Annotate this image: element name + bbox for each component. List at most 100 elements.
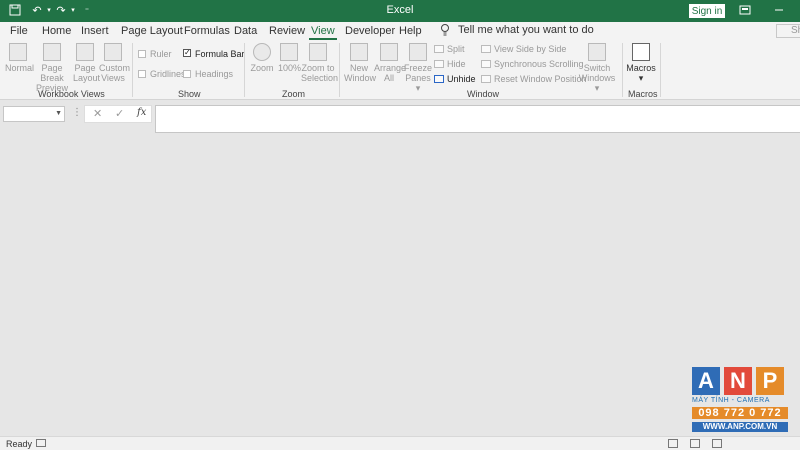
status-bar: Ready	[0, 436, 800, 450]
tab-formulas[interactable]: Formulas	[184, 25, 230, 37]
formula-bar-box	[183, 49, 191, 57]
chevron-down-icon[interactable]: ▼	[55, 110, 62, 117]
group-separator	[132, 43, 133, 97]
page-layout-label-2: Layout	[73, 73, 101, 83]
switch-windows-button[interactable]: Switch Windows ▾	[578, 43, 616, 93]
ribbon-display-options-icon[interactable]	[738, 3, 754, 19]
new-window-button[interactable]: New Window	[344, 43, 377, 83]
reset-window-position-button[interactable]: Reset Window Position	[481, 74, 587, 84]
macros-caret-icon: ▾	[638, 73, 644, 83]
arrange-label-2: All	[383, 73, 394, 83]
sign-in-button[interactable]: Sign in	[689, 4, 725, 18]
tab-help[interactable]: Help	[399, 25, 422, 37]
group-label-window: Window	[467, 89, 500, 99]
watermark-tagline: MÁY TÍNH - CAMERA	[692, 397, 770, 404]
gridlines-checkbox[interactable]: Gridlines	[138, 69, 186, 79]
magnifier-icon	[253, 43, 271, 61]
page-layout-view-button[interactable]: Page Layout	[73, 43, 101, 83]
formula-bar-checkbox[interactable]: Formula Bar	[183, 49, 245, 59]
minimize-icon[interactable]	[772, 3, 788, 19]
group-label-macros: Macros	[628, 89, 658, 99]
custom-views-button[interactable]: Custom Views	[99, 43, 131, 83]
ruler-checkbox[interactable]: Ruler	[138, 49, 172, 59]
page-break-status-icon[interactable]	[712, 439, 722, 448]
gridlines-label: Gridlines	[150, 69, 186, 79]
enter-icon[interactable]: ✓	[115, 107, 124, 120]
hide-icon	[434, 60, 444, 68]
cancel-icon[interactable]: ✕	[93, 107, 102, 120]
gridlines-box	[138, 70, 146, 78]
view-side-by-side-button[interactable]: View Side by Side	[481, 44, 566, 54]
macros-button[interactable]: Macros ▾	[626, 43, 656, 83]
zoom-sel-label-1: Zoom to	[301, 63, 335, 73]
logo-letter-p: P	[756, 367, 784, 395]
arrange-all-button[interactable]: Arrange All	[374, 43, 407, 83]
switch-windows-icon	[588, 43, 606, 61]
anp-watermark: A N P MÁY TÍNH - CAMERA 098 772 0 772 WW…	[692, 367, 788, 432]
split-button[interactable]: Split	[434, 44, 465, 54]
tab-view[interactable]: View	[309, 25, 337, 40]
new-window-label-2: Window	[344, 73, 377, 83]
normal-view-icon	[9, 43, 27, 61]
unhide-button[interactable]: Unhide	[434, 74, 476, 84]
freeze-label-1: Freeze	[403, 63, 432, 73]
formula-bar-resize-handle[interactable]: ⋮	[72, 107, 82, 118]
tab-file[interactable]: File	[10, 25, 28, 37]
ribbon: Normal Page Break Preview Page Layout Cu…	[0, 40, 800, 100]
side-by-side-label: View Side by Side	[494, 44, 567, 54]
tab-review[interactable]: Review	[269, 25, 305, 37]
unhide-label: Unhide	[447, 74, 476, 84]
ruler-label: Ruler	[150, 49, 172, 59]
arrange-label-1: Arrange	[374, 63, 407, 73]
tab-insert[interactable]: Insert	[81, 25, 109, 37]
insert-function-icon[interactable]: fx	[137, 107, 146, 118]
page-layout-status-icon[interactable]	[690, 439, 700, 448]
zoom-sel-label-2: Selection	[301, 73, 339, 83]
page-break-preview-icon	[43, 43, 61, 61]
zoom-100-label: 100%	[278, 63, 302, 73]
group-label-zoom: Zoom	[282, 89, 306, 99]
tab-home[interactable]: Home	[42, 25, 71, 37]
zoom-label: Zoom	[250, 63, 274, 73]
custom-views-label-1: Custom	[99, 63, 131, 73]
sync-scroll-icon	[481, 60, 491, 68]
lightbulb-icon	[440, 24, 450, 36]
page-layout-label-1: Page	[74, 63, 96, 73]
group-separator	[660, 43, 661, 97]
normal-view-status-icon[interactable]	[668, 439, 678, 448]
side-by-side-icon	[481, 45, 491, 53]
freeze-panes-button[interactable]: Freeze Panes ▾	[403, 43, 433, 93]
headings-label: Headings	[195, 69, 234, 79]
page-break-preview-button[interactable]: Page Break Preview	[33, 43, 71, 93]
unhide-icon	[434, 75, 444, 83]
tab-developer[interactable]: Developer	[345, 25, 395, 37]
group-label-workbook-views: Workbook Views	[38, 89, 105, 99]
anp-logo: A N P	[692, 367, 788, 395]
tab-page-layout[interactable]: Page Layout	[121, 25, 183, 37]
zoom-to-selection-icon	[309, 43, 327, 61]
tell-me-search[interactable]: Tell me what you want to do	[458, 24, 594, 36]
zoom-100-button[interactable]: 100%	[278, 43, 302, 73]
zoom-to-selection-button[interactable]: Zoom to Selection	[301, 43, 339, 83]
zoom-button[interactable]: Zoom	[250, 43, 274, 73]
share-button[interactable]: Sh	[776, 24, 800, 38]
group-separator	[339, 43, 340, 97]
name-box[interactable]: ▼	[3, 106, 65, 122]
normal-view-button[interactable]: Normal	[5, 43, 35, 73]
formula-input[interactable]	[155, 105, 800, 133]
sync-scroll-label: Synchronous Scrolling	[494, 59, 584, 69]
window-title: Excel	[386, 4, 414, 16]
hide-button[interactable]: Hide	[434, 59, 466, 69]
synchronous-scrolling-button[interactable]: Synchronous Scrolling	[481, 59, 584, 69]
tab-data[interactable]: Data	[234, 25, 257, 37]
ruler-box	[138, 50, 146, 58]
new-window-label-1: New	[349, 63, 368, 73]
switch-label-1: Switch	[583, 63, 611, 73]
headings-checkbox[interactable]: Headings	[183, 69, 233, 79]
group-separator	[244, 43, 245, 97]
accessibility-icon[interactable]	[36, 439, 46, 447]
logo-letter-n: N	[724, 367, 752, 395]
freeze-label-2: Panes ▾	[405, 73, 431, 93]
normal-label: Normal	[5, 63, 35, 73]
freeze-panes-icon	[409, 43, 427, 61]
